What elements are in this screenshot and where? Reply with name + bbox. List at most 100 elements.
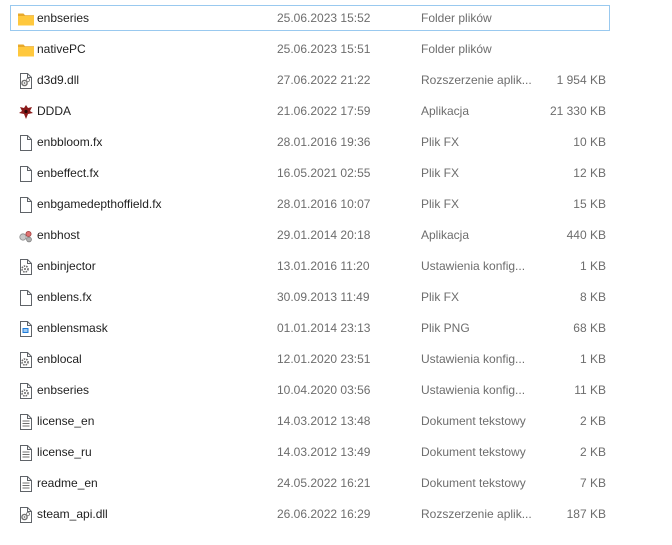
folder-icon <box>17 41 35 59</box>
file-name: license_ru <box>37 445 92 459</box>
file-name: enbseries <box>37 383 90 397</box>
file-icon <box>17 196 35 214</box>
file-name: license_en <box>37 414 95 428</box>
file-type: Rozszerzenie aplik... <box>421 73 532 87</box>
file-row[interactable]: license_en 14.03.2012 13:48 Dokument tekst… <box>10 408 610 434</box>
config-file-icon <box>17 382 35 400</box>
file-row[interactable]: enbseries 25.06.2023 15:52 Folder plików <box>10 5 610 31</box>
file-icon <box>17 134 35 152</box>
file-row[interactable]: DDDA 21.06.2022 17:59 Aplikacja 21 330 KB <box>10 98 610 124</box>
text-file-icon <box>17 444 35 462</box>
file-modified-date: 21.06.2022 17:59 <box>277 104 371 118</box>
file-modified-date: 14.03.2012 13:48 <box>277 414 371 428</box>
text-file-icon <box>17 413 35 431</box>
file-name: readme_en <box>37 476 98 490</box>
file-size: 68 KB <box>573 321 606 335</box>
file-modified-date: 27.06.2022 21:22 <box>277 73 371 87</box>
file-row[interactable]: enbseries 10.04.2020 03:56 Ustawienia konf… <box>10 377 610 403</box>
config-file-icon <box>17 351 35 369</box>
file-name: enbseries <box>37 11 90 25</box>
text-file-icon <box>17 475 35 493</box>
file-row[interactable]: readme_en 24.05.2022 16:21 Dokument teksto… <box>10 470 610 496</box>
file-size: 15 KB <box>573 197 606 211</box>
file-modified-date: 28.01.2016 19:36 <box>277 135 371 149</box>
file-icon <box>17 289 35 307</box>
file-name: d3d9.dll <box>37 73 80 87</box>
file-size: 440 KB <box>566 228 606 242</box>
file-name: steam_api.dll <box>37 507 108 521</box>
file-type: Dokument tekstowy <box>421 476 526 490</box>
file-type: Plik FX <box>421 166 460 180</box>
file-name: DDDA <box>37 104 72 118</box>
file-modified-date: 16.05.2021 02:55 <box>277 166 371 180</box>
file-row[interactable]: enbhost 29.01.2014 20:18 Aplikacja 440 KB <box>10 222 610 248</box>
file-row[interactable]: enblocal 12.01.2020 23:51 Ustawienia konfi… <box>10 346 610 372</box>
file-type: Ustawienia konfig... <box>421 259 526 273</box>
file-modified-date: 14.03.2012 13:49 <box>277 445 371 459</box>
file-size: 1 954 KB <box>556 73 606 87</box>
file-modified-date: 13.01.2016 11:20 <box>277 259 370 273</box>
file-modified-date: 25.06.2023 15:51 <box>277 42 371 56</box>
file-row[interactable]: enbeffect.fx 16.05.2021 02:55 Plik FX 12 KB <box>10 160 610 186</box>
file-row[interactable]: enbinjector 13.01.2016 11:20 Ustawienia ko… <box>10 253 610 279</box>
file-size: 8 KB <box>579 290 606 304</box>
file-modified-date: 29.01.2014 20:18 <box>277 228 371 242</box>
file-modified-date: 01.01.2014 23:13 <box>277 321 371 335</box>
file-size: 1 KB <box>579 352 606 366</box>
file-size: 187 KB <box>566 507 606 521</box>
dll-file-icon <box>17 506 35 524</box>
file-size: 21 330 KB <box>549 104 606 118</box>
file-list: enbseries 25.06.2023 15:52 Folder plików na… <box>0 0 672 545</box>
file-size: 10 KB <box>573 135 606 149</box>
file-size: 11 KB <box>574 383 606 397</box>
config-file-icon <box>17 258 35 276</box>
file-name: enbbloom.fx <box>37 135 103 149</box>
file-type: Rozszerzenie aplik... <box>421 507 532 521</box>
file-type: Folder plików <box>421 42 492 56</box>
file-row[interactable]: enbgamedepthoffield.fx 28.01.2016 10:07 Pl… <box>10 191 610 217</box>
file-type: Aplikacja <box>421 228 470 242</box>
file-size: 2 KB <box>579 414 606 428</box>
file-size: 2 KB <box>579 445 606 459</box>
file-row[interactable]: nativePC 25.06.2023 15:51 Folder plików <box>10 36 610 62</box>
file-modified-date: 30.09.2013 11:49 <box>277 290 370 304</box>
file-icon <box>17 165 35 183</box>
file-modified-date: 12.01.2020 23:51 <box>277 352 371 366</box>
file-type: Plik FX <box>421 197 460 211</box>
file-name: enbinjector <box>37 259 96 273</box>
file-type: Plik PNG <box>421 321 470 335</box>
file-row[interactable]: d3d9.dll 27.06.2022 21:22 Rozszerzenie apl… <box>10 67 610 93</box>
file-type: Ustawienia konfig... <box>421 383 526 397</box>
file-name: enblocal <box>37 352 82 366</box>
file-size: 12 KB <box>573 166 606 180</box>
ddda-app-icon <box>17 103 35 121</box>
file-size: 7 KB <box>579 476 606 490</box>
file-type: Folder plików <box>421 11 492 25</box>
file-row[interactable]: steam_api.dll 26.06.2022 16:29 Rozszerzeni… <box>10 501 610 527</box>
file-modified-date: 26.06.2022 16:29 <box>277 507 371 521</box>
file-name: enbhost <box>37 228 80 242</box>
file-modified-date: 28.01.2016 10:07 <box>277 197 371 211</box>
file-type: Plik FX <box>421 290 460 304</box>
file-type: Plik FX <box>421 135 460 149</box>
file-type: Dokument tekstowy <box>421 445 526 459</box>
file-modified-date: 25.06.2023 15:52 <box>277 11 371 25</box>
file-modified-date: 10.04.2020 03:56 <box>277 383 371 397</box>
file-row[interactable]: enblens.fx 30.09.2013 11:49 Plik FX 8 KB <box>10 284 610 310</box>
file-row[interactable]: enbbloom.fx 28.01.2016 19:36 Plik FX 10 KB <box>10 129 610 155</box>
file-name: nativePC <box>37 42 86 56</box>
file-name: enbeffect.fx <box>37 166 99 180</box>
file-size: 1 KB <box>579 259 606 273</box>
file-row[interactable]: license_ru 14.03.2012 13:49 Dokument tekst… <box>10 439 610 465</box>
dll-file-icon <box>17 72 35 90</box>
file-type: Dokument tekstowy <box>421 414 526 428</box>
png-file-icon <box>17 320 35 338</box>
file-name: enbgamedepthoffield.fx <box>37 197 162 211</box>
file-name: enblens.fx <box>37 290 92 304</box>
file-row[interactable]: enblensmask 01.01.2014 23:13 Plik PNG 68 KB <box>10 315 610 341</box>
file-name: enblensmask <box>37 321 108 335</box>
file-type: Aplikacja <box>421 104 470 118</box>
enbhost-app-icon <box>17 227 35 245</box>
file-modified-date: 24.05.2022 16:21 <box>277 476 371 490</box>
file-type: Ustawienia konfig... <box>421 352 526 366</box>
